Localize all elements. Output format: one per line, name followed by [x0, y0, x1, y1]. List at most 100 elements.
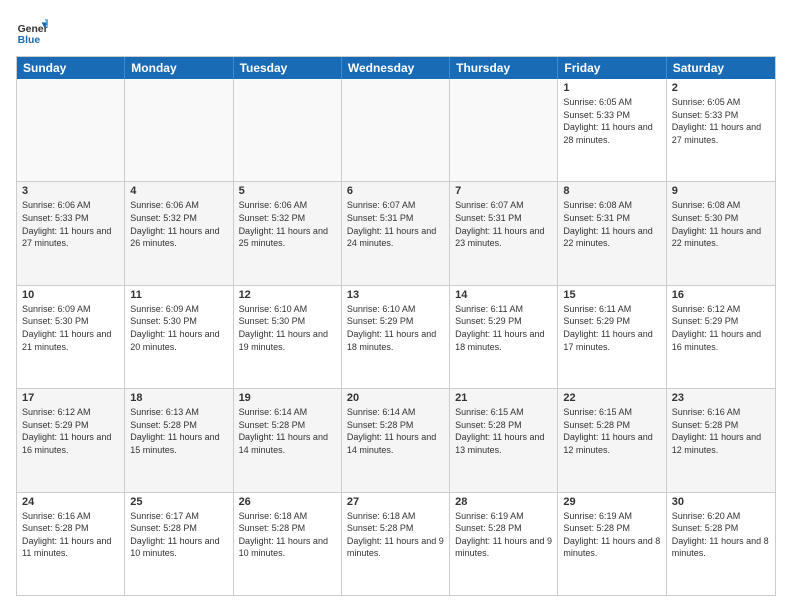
- day-number: 17: [22, 392, 119, 404]
- cell-info: Sunrise: 6:18 AM Sunset: 5:28 PM Dayligh…: [239, 510, 336, 560]
- day-number: 23: [672, 392, 770, 404]
- weekday-header: Sunday: [17, 57, 125, 79]
- day-number: 1: [563, 82, 660, 94]
- cell-info: Sunrise: 6:08 AM Sunset: 5:31 PM Dayligh…: [563, 199, 660, 249]
- weekday-header: Monday: [125, 57, 233, 79]
- cell-info: Sunrise: 6:14 AM Sunset: 5:28 PM Dayligh…: [239, 406, 336, 456]
- calendar-cell: 23Sunrise: 6:16 AM Sunset: 5:28 PM Dayli…: [667, 389, 775, 491]
- calendar-body: 1 Sunrise: 6:05 AM Sunset: 5:33 PM Daylig…: [17, 79, 775, 595]
- calendar-cell: [125, 79, 233, 181]
- calendar-cell: 26 Sunrise: 6:18 AM Sunset: 5:28 PM Dayli…: [234, 493, 342, 595]
- day-number: 19: [239, 392, 336, 404]
- calendar-cell: 21 Sunrise: 6:15 AM Sunset: 5:28 PM Dayli…: [450, 389, 558, 491]
- weekday-header: Tuesday: [234, 57, 342, 79]
- weekday-header: Thursday: [450, 57, 558, 79]
- calendar-cell: 10 Sunrise: 6:09 AM Sunset: 5:30 PM Dayli…: [17, 286, 125, 388]
- day-number: 7: [455, 185, 552, 197]
- svg-text:Blue: Blue: [18, 35, 41, 46]
- day-number: 25: [130, 496, 227, 508]
- day-number: 20: [347, 392, 444, 404]
- day-number: 9: [672, 185, 770, 197]
- calendar: SundayMondayTuesdayWednesdayThursdayFrid…: [16, 56, 776, 596]
- cell-info: Sunrise: 6:10 AM Sunset: 5:30 PM Dayligh…: [239, 303, 336, 353]
- cell-info: Sunrise: 6:05 AM Sunset: 5:33 PM Dayligh…: [672, 96, 770, 146]
- cell-info: Sunrise: 6:07 AM Sunset: 5:31 PM Dayligh…: [347, 199, 444, 249]
- cell-info: Sunrise: 6:09 AM Sunset: 5:30 PM Dayligh…: [22, 303, 119, 353]
- calendar-cell: 29 Sunrise: 6:19 AM Sunset: 5:28 PM Dayli…: [558, 493, 666, 595]
- day-number: 2: [672, 82, 770, 94]
- calendar-cell: 12 Sunrise: 6:10 AM Sunset: 5:30 PM Dayli…: [234, 286, 342, 388]
- weekday-header: Friday: [558, 57, 666, 79]
- day-number: 8: [563, 185, 660, 197]
- day-number: 11: [130, 289, 227, 301]
- calendar-cell: 11 Sunrise: 6:09 AM Sunset: 5:30 PM Dayli…: [125, 286, 233, 388]
- calendar-cell: [450, 79, 558, 181]
- calendar-cell: 22 Sunrise: 6:15 AM Sunset: 5:28 PM Dayli…: [558, 389, 666, 491]
- calendar-cell: 24 Sunrise: 6:16 AM Sunset: 5:28 PM Dayli…: [17, 493, 125, 595]
- calendar-cell: 16 Sunrise: 6:12 AM Sunset: 5:29 PM Dayli…: [667, 286, 775, 388]
- cell-info: Sunrise: 6:18 AM Sunset: 5:28 PM Dayligh…: [347, 510, 444, 560]
- cell-info: Sunrise: 6:17 AM Sunset: 5:28 PM Dayligh…: [130, 510, 227, 560]
- cell-info: Sunrise: 6:05 AM Sunset: 5:33 PM Dayligh…: [563, 96, 660, 146]
- cell-info: Sunrise: 6:15 AM Sunset: 5:28 PM Dayligh…: [563, 406, 660, 456]
- calendar-cell: 8 Sunrise: 6:08 AM Sunset: 5:31 PM Daylig…: [558, 182, 666, 284]
- cell-info: Sunrise: 6:13 AM Sunset: 5:28 PM Dayligh…: [130, 406, 227, 456]
- calendar-cell: [234, 79, 342, 181]
- logo-icon: General Blue: [16, 16, 48, 48]
- calendar-cell: 19 Sunrise: 6:14 AM Sunset: 5:28 PM Dayli…: [234, 389, 342, 491]
- calendar-cell: 13 Sunrise: 6:10 AM Sunset: 5:29 PM Dayli…: [342, 286, 450, 388]
- cell-info: Sunrise: 6:15 AM Sunset: 5:28 PM Dayligh…: [455, 406, 552, 456]
- calendar-cell: 6 Sunrise: 6:07 AM Sunset: 5:31 PM Daylig…: [342, 182, 450, 284]
- day-number: 6: [347, 185, 444, 197]
- weekday-header: Wednesday: [342, 57, 450, 79]
- cell-info: Sunrise: 6:16 AM Sunset: 5:28 PM Dayligh…: [22, 510, 119, 560]
- calendar-cell: 7Sunrise: 6:07 AM Sunset: 5:31 PM Daylig…: [450, 182, 558, 284]
- cell-info: Sunrise: 6:09 AM Sunset: 5:30 PM Dayligh…: [130, 303, 227, 353]
- day-number: 29: [563, 496, 660, 508]
- weekday-header: Saturday: [667, 57, 775, 79]
- calendar-header: SundayMondayTuesdayWednesdayThursdayFrid…: [17, 57, 775, 79]
- day-number: 24: [22, 496, 119, 508]
- calendar-cell: 4 Sunrise: 6:06 AM Sunset: 5:32 PM Daylig…: [125, 182, 233, 284]
- calendar-row: 10 Sunrise: 6:09 AM Sunset: 5:30 PM Dayli…: [17, 286, 775, 389]
- day-number: 21: [455, 392, 552, 404]
- day-number: 4: [130, 185, 227, 197]
- page-header: General Blue: [16, 16, 776, 48]
- calendar-cell: 3 Sunrise: 6:06 AM Sunset: 5:33 PM Daylig…: [17, 182, 125, 284]
- day-number: 3: [22, 185, 119, 197]
- calendar-cell: 5Sunrise: 6:06 AM Sunset: 5:32 PM Daylig…: [234, 182, 342, 284]
- cell-info: Sunrise: 6:06 AM Sunset: 5:33 PM Dayligh…: [22, 199, 119, 249]
- cell-info: Sunrise: 6:08 AM Sunset: 5:30 PM Dayligh…: [672, 199, 770, 249]
- calendar-cell: 27 Sunrise: 6:18 AM Sunset: 5:28 PM Dayli…: [342, 493, 450, 595]
- day-number: 18: [130, 392, 227, 404]
- logo: General Blue: [16, 16, 48, 48]
- calendar-cell: 30 Sunrise: 6:20 AM Sunset: 5:28 PM Dayli…: [667, 493, 775, 595]
- calendar-cell: 9 Sunrise: 6:08 AM Sunset: 5:30 PM Daylig…: [667, 182, 775, 284]
- calendar-cell: 28Sunrise: 6:19 AM Sunset: 5:28 PM Dayli…: [450, 493, 558, 595]
- day-number: 16: [672, 289, 770, 301]
- calendar-cell: [17, 79, 125, 181]
- calendar-cell: 18 Sunrise: 6:13 AM Sunset: 5:28 PM Dayli…: [125, 389, 233, 491]
- day-number: 22: [563, 392, 660, 404]
- calendar-cell: 20Sunrise: 6:14 AM Sunset: 5:28 PM Dayli…: [342, 389, 450, 491]
- cell-info: Sunrise: 6:06 AM Sunset: 5:32 PM Dayligh…: [239, 199, 336, 249]
- calendar-cell: 1 Sunrise: 6:05 AM Sunset: 5:33 PM Daylig…: [558, 79, 666, 181]
- cell-info: Sunrise: 6:10 AM Sunset: 5:29 PM Dayligh…: [347, 303, 444, 353]
- cell-info: Sunrise: 6:12 AM Sunset: 5:29 PM Dayligh…: [672, 303, 770, 353]
- day-number: 10: [22, 289, 119, 301]
- calendar-cell: 14Sunrise: 6:11 AM Sunset: 5:29 PM Dayli…: [450, 286, 558, 388]
- calendar-row: 24 Sunrise: 6:16 AM Sunset: 5:28 PM Dayli…: [17, 493, 775, 595]
- day-number: 26: [239, 496, 336, 508]
- day-number: 30: [672, 496, 770, 508]
- day-number: 13: [347, 289, 444, 301]
- day-number: 27: [347, 496, 444, 508]
- cell-info: Sunrise: 6:19 AM Sunset: 5:28 PM Dayligh…: [455, 510, 552, 560]
- cell-info: Sunrise: 6:20 AM Sunset: 5:28 PM Dayligh…: [672, 510, 770, 560]
- calendar-cell: 17Sunrise: 6:12 AM Sunset: 5:29 PM Dayli…: [17, 389, 125, 491]
- cell-info: Sunrise: 6:19 AM Sunset: 5:28 PM Dayligh…: [563, 510, 660, 560]
- day-number: 12: [239, 289, 336, 301]
- calendar-cell: [342, 79, 450, 181]
- cell-info: Sunrise: 6:06 AM Sunset: 5:32 PM Dayligh…: [130, 199, 227, 249]
- day-number: 14: [455, 289, 552, 301]
- calendar-cell: 2 Sunrise: 6:05 AM Sunset: 5:33 PM Daylig…: [667, 79, 775, 181]
